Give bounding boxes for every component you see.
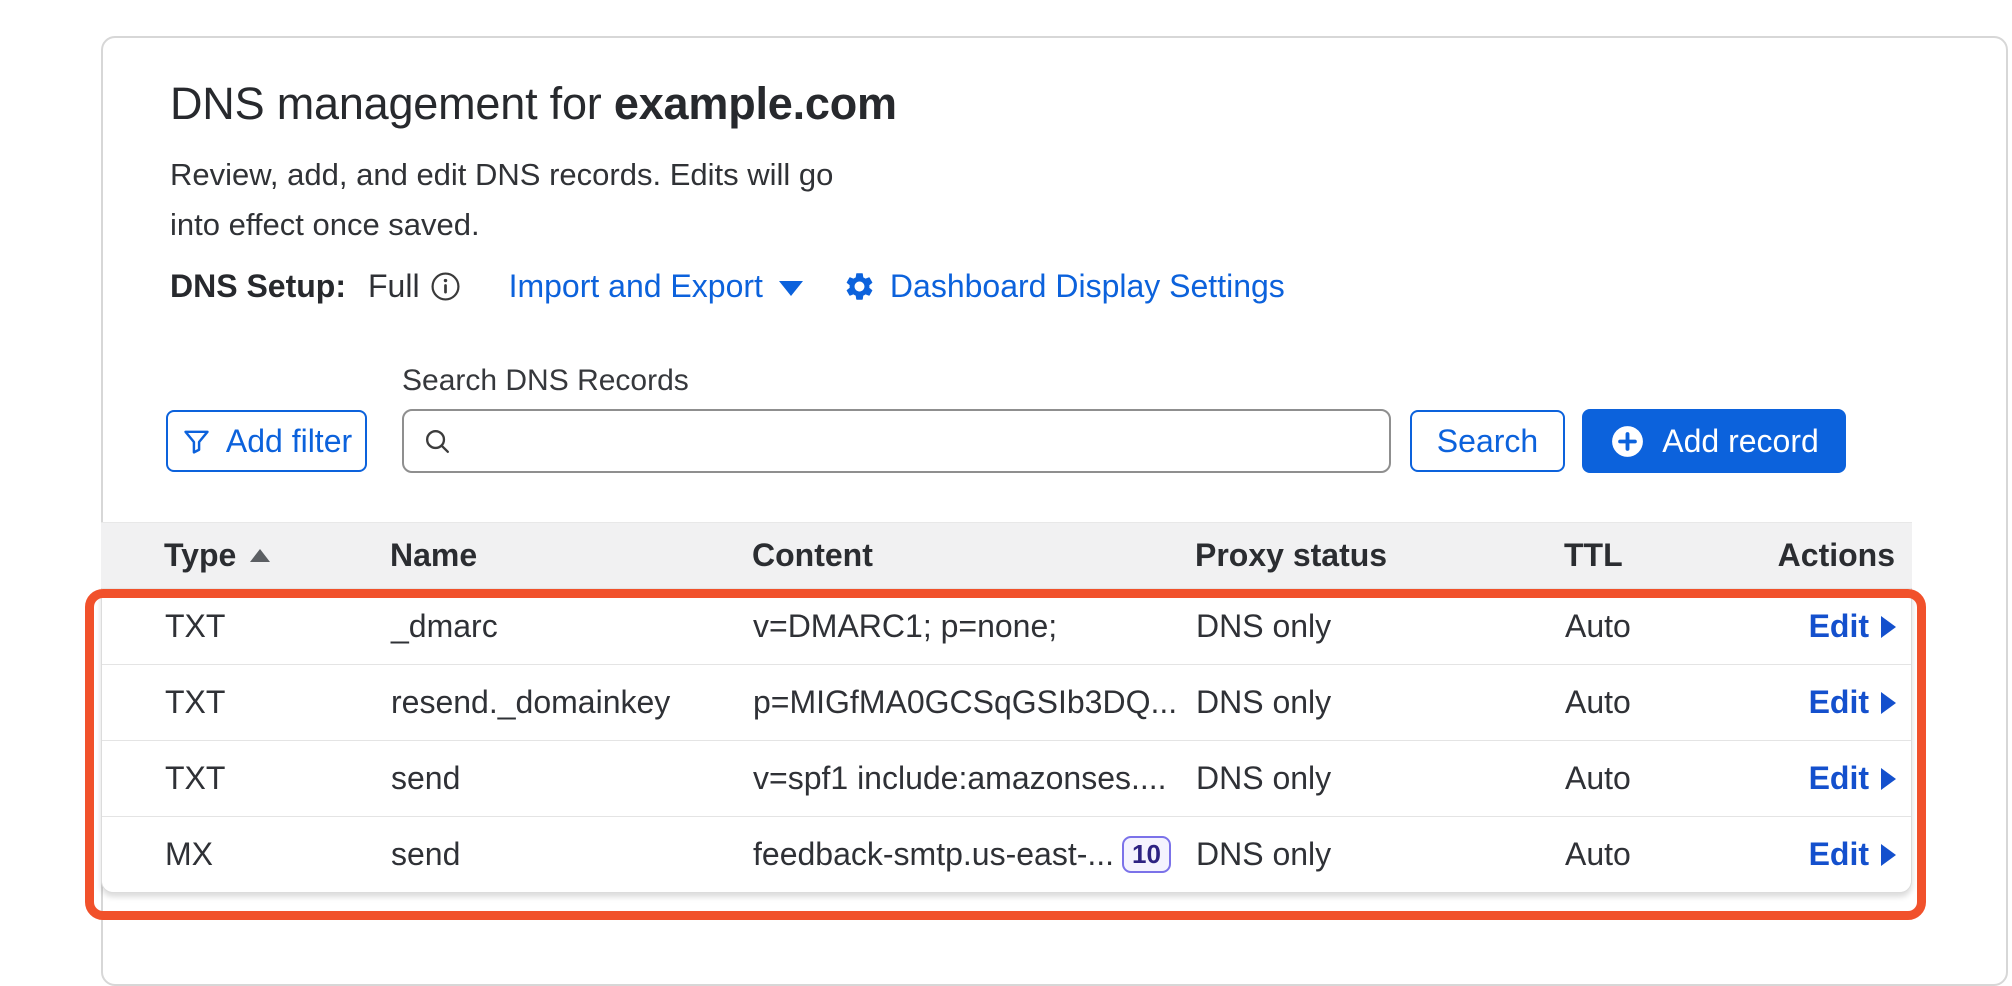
import-export-button[interactable]: Import and Export (509, 268, 803, 305)
edit-label: Edit (1809, 836, 1869, 873)
add-filter-button[interactable]: Add filter (166, 410, 367, 472)
cell-type: TXT (102, 608, 391, 645)
cell-content: v=DMARC1; p=none; (753, 608, 1196, 645)
caret-right-icon (1881, 616, 1896, 638)
page-title-prefix: DNS management for (170, 78, 614, 129)
cell-proxy-status: DNS only (1196, 608, 1565, 645)
column-header-proxy-status: Proxy status (1195, 537, 1564, 574)
sort-ascending-icon (250, 549, 270, 562)
cell-name: resend._domainkey (391, 684, 753, 721)
column-header-actions: Actions (1761, 537, 1921, 574)
cell-content-text: feedback-smtp.us-east-... (753, 836, 1114, 873)
add-record-button[interactable]: Add record (1582, 409, 1846, 473)
edit-label: Edit (1809, 684, 1869, 721)
table-row-dmarc: TXT _dmarc v=DMARC1; p=none; DNS only Au… (102, 588, 1911, 664)
cell-proxy-status: DNS only (1196, 684, 1565, 721)
table-header-row: Type Name Content Proxy status TTL Actio… (101, 522, 1912, 588)
import-export-label: Import and Export (509, 268, 763, 305)
cell-proxy-status: DNS only (1196, 760, 1565, 797)
table-body: TXT _dmarc v=DMARC1; p=none; DNS only Au… (101, 588, 1912, 893)
table-row-domainkey: TXT resend._domainkey p=MIGfMA0GCSqGSIb3… (102, 664, 1911, 740)
filter-funnel-icon (181, 426, 212, 457)
dns-management-card: DNS management for example.com Review, a… (101, 36, 2008, 986)
cell-ttl: Auto (1565, 760, 1762, 797)
page-title: DNS management for example.com (170, 78, 897, 130)
dns-setup-label: DNS Setup: (170, 268, 346, 305)
search-button[interactable]: Search (1410, 410, 1565, 472)
column-header-name: Name (390, 537, 752, 574)
cell-ttl: Auto (1565, 836, 1762, 873)
gear-icon (843, 270, 876, 303)
plus-circle-icon (1609, 423, 1646, 460)
dns-setup-value: Full (368, 268, 420, 305)
page-subtitle: Review, add, and edit DNS records. Edits… (170, 150, 850, 250)
cell-proxy-status: DNS only (1196, 836, 1565, 873)
search-input[interactable] (402, 409, 1391, 473)
search-box (402, 409, 1391, 473)
edit-record-button[interactable]: Edit (1809, 836, 1896, 873)
caret-right-icon (1881, 692, 1896, 714)
cell-type: MX (102, 836, 391, 873)
cell-ttl: Auto (1565, 684, 1762, 721)
dns-records-table: Type Name Content Proxy status TTL Actio… (101, 522, 1912, 893)
caret-right-icon (1881, 768, 1896, 790)
edit-record-button[interactable]: Edit (1809, 684, 1896, 721)
domain-name: example.com (614, 78, 897, 129)
cell-type: TXT (102, 760, 391, 797)
info-circle-icon[interactable] (430, 271, 461, 302)
cell-ttl: Auto (1565, 608, 1762, 645)
add-record-label: Add record (1662, 423, 1819, 460)
column-header-type[interactable]: Type (101, 537, 390, 574)
dashboard-display-settings-link[interactable]: Dashboard Display Settings (843, 268, 1285, 305)
mx-priority-badge: 10 (1122, 836, 1171, 873)
dns-setup-row: DNS Setup: Full Import and Export Dashbo… (170, 264, 1285, 308)
search-button-label: Search (1437, 423, 1538, 460)
search-label: Search DNS Records (402, 364, 689, 398)
edit-record-button[interactable]: Edit (1809, 760, 1896, 797)
table-row-spf: TXT send v=spf1 include:amazonses.... DN… (102, 740, 1911, 816)
cell-content: feedback-smtp.us-east-... 10 (753, 836, 1196, 873)
cell-content: p=MIGfMA0GCSqGSIb3DQ... (753, 684, 1196, 721)
add-filter-label: Add filter (226, 423, 352, 460)
column-header-content: Content (752, 537, 1195, 574)
caret-down-icon (779, 281, 803, 296)
cell-name: send (391, 760, 753, 797)
edit-label: Edit (1809, 760, 1869, 797)
cell-name: _dmarc (391, 608, 753, 645)
cell-type: TXT (102, 684, 391, 721)
table-row-mx: MX send feedback-smtp.us-east-... 10 DNS… (102, 816, 1911, 892)
column-header-ttl: TTL (1564, 537, 1761, 574)
cell-name: send (391, 836, 753, 873)
edit-label: Edit (1809, 608, 1869, 645)
caret-right-icon (1881, 844, 1896, 866)
dashboard-display-settings-label: Dashboard Display Settings (890, 268, 1285, 305)
edit-record-button[interactable]: Edit (1809, 608, 1896, 645)
cell-content: v=spf1 include:amazonses.... (753, 760, 1196, 797)
